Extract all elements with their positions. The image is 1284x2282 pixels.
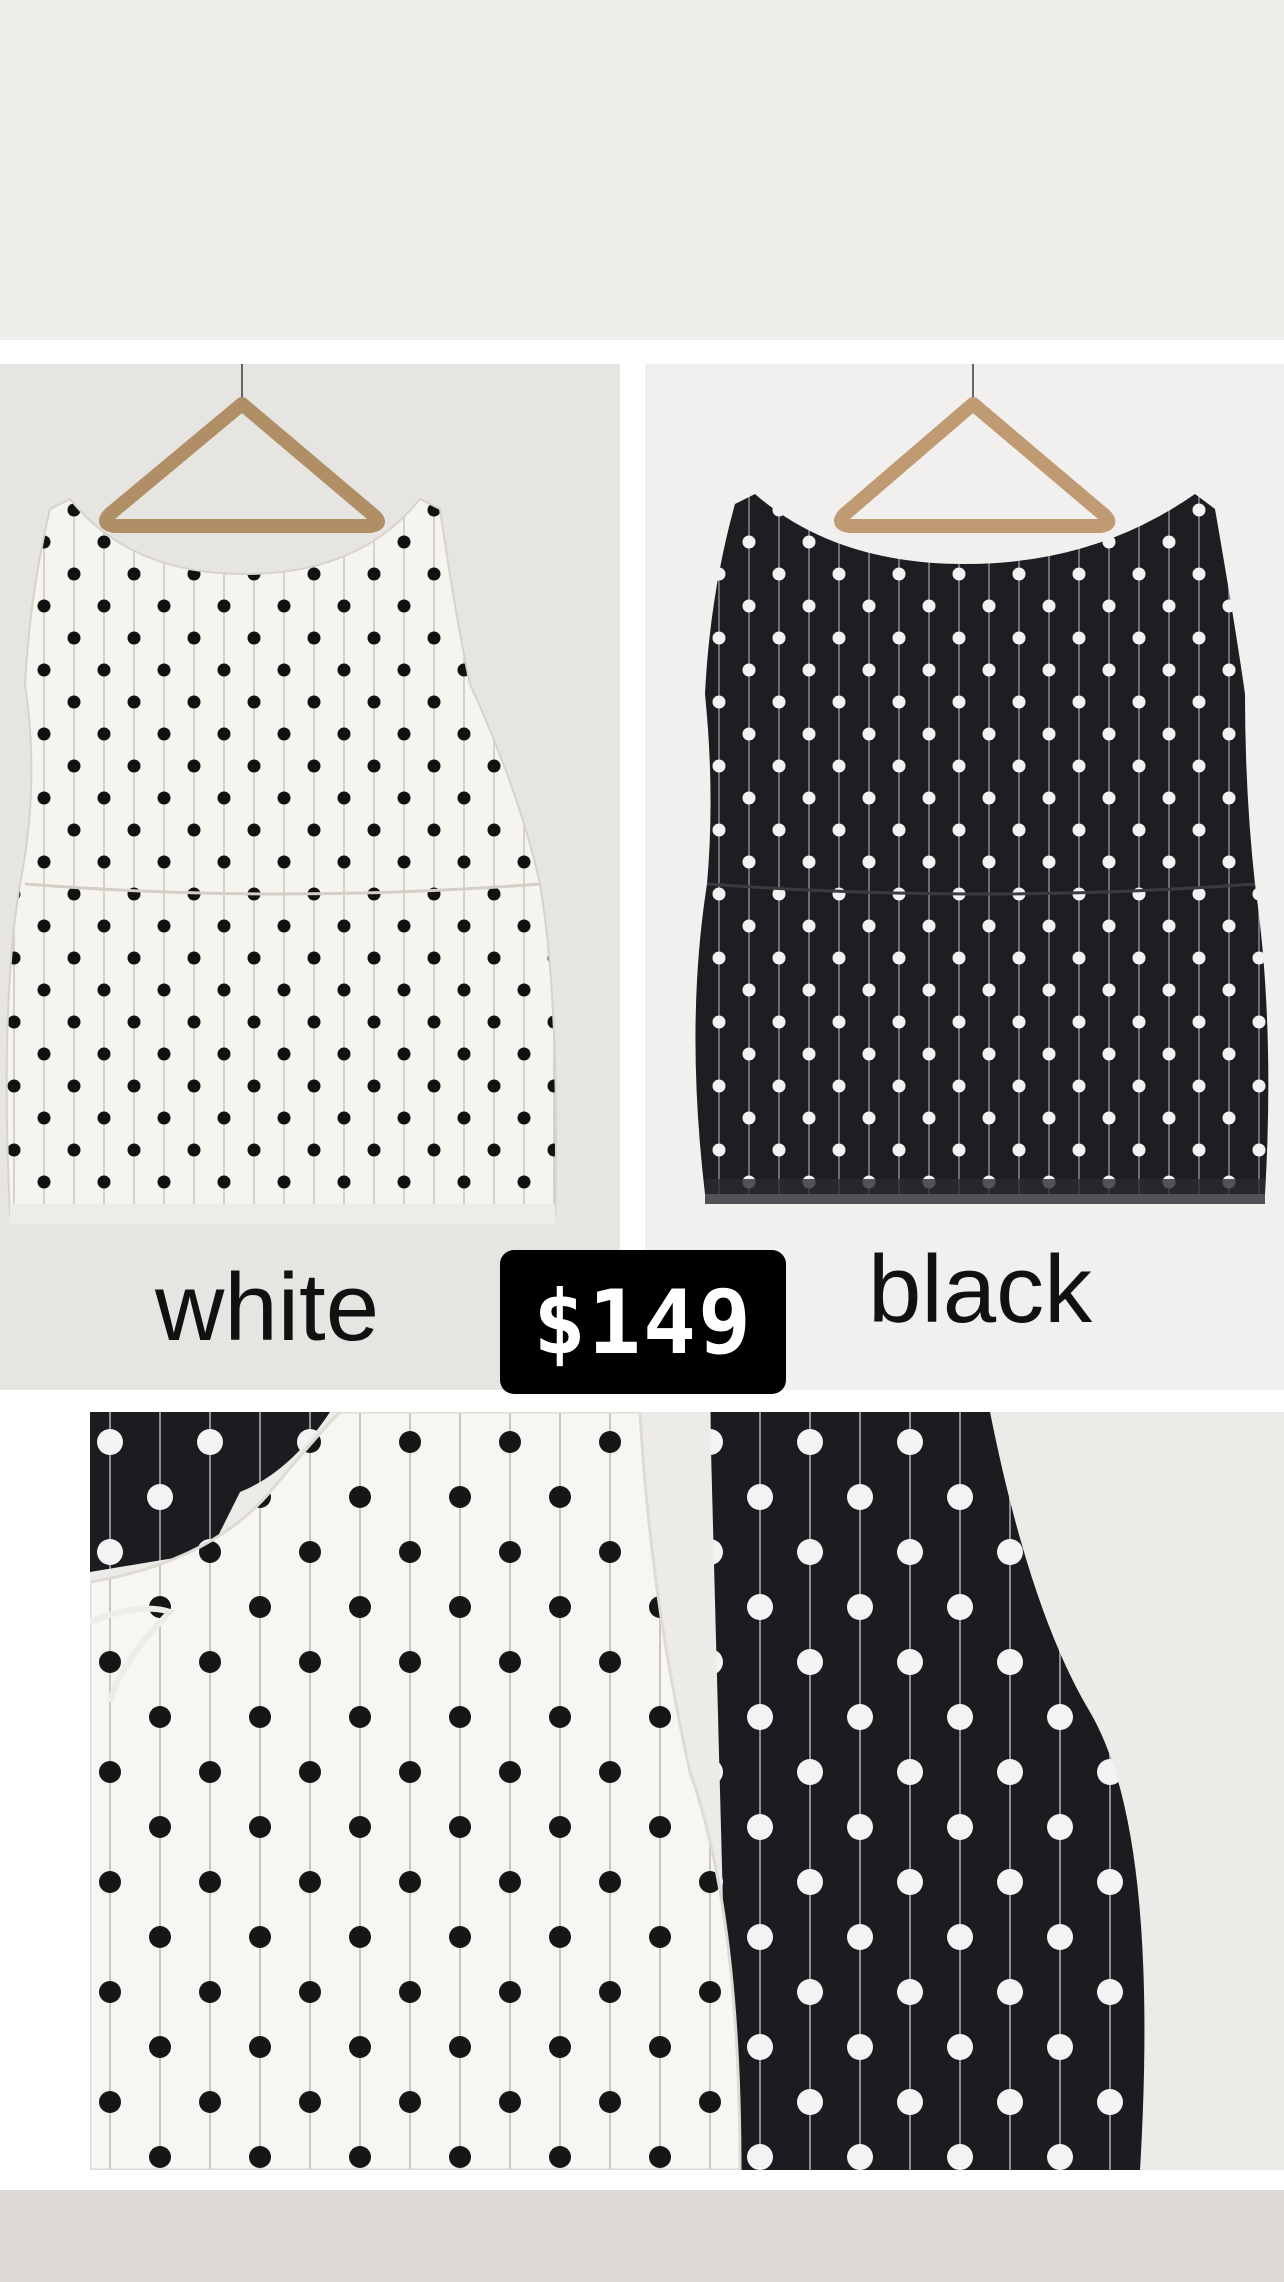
fabric-closeup-photo[interactable] xyxy=(90,1412,1284,2170)
price-text: $149 xyxy=(533,1270,753,1374)
price-badge: $149 xyxy=(500,1250,786,1394)
black-color-label: black xyxy=(868,1236,1093,1343)
white-top-photo[interactable] xyxy=(0,364,620,1390)
bottom-background-band xyxy=(0,2190,1284,2282)
white-color-label: white xyxy=(155,1254,380,1361)
black-top-garment xyxy=(695,494,1269,1194)
top-background-band xyxy=(0,0,1284,340)
